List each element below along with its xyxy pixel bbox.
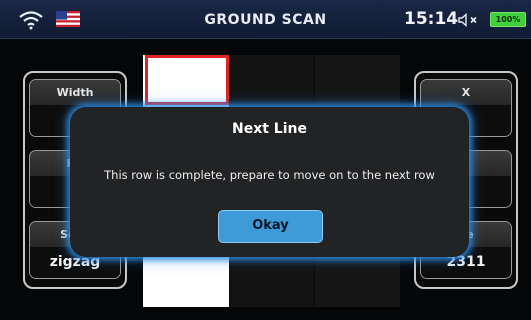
width-label: Width bbox=[30, 80, 120, 105]
speaker-muted-icon[interactable] bbox=[458, 13, 480, 27]
scan-position-marker bbox=[145, 55, 229, 105]
next-line-dialog: Next Line This row is complete, prepare … bbox=[70, 107, 469, 257]
dialog-message: This row is complete, prepare to move on… bbox=[104, 168, 435, 182]
status-bar: GROUND SCAN 15:14 100% bbox=[0, 0, 531, 39]
x-label: X bbox=[421, 80, 511, 105]
dialog-title: Next Line bbox=[232, 121, 307, 137]
okay-button[interactable]: Okay bbox=[218, 210, 323, 243]
battery-indicator: 100% bbox=[490, 12, 526, 27]
clock: 15:14 bbox=[404, 9, 459, 29]
